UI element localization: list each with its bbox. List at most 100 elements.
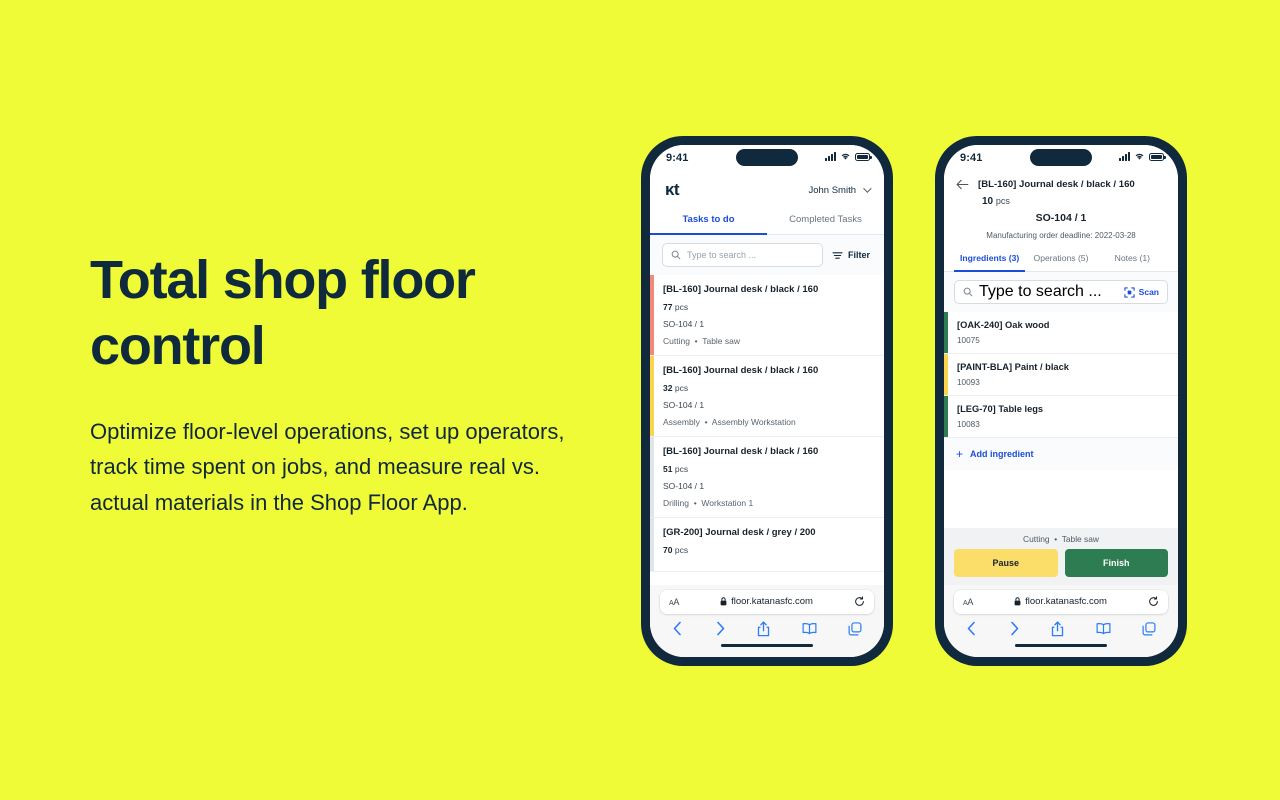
tab-completed-tasks[interactable]: Completed Tasks <box>767 207 884 235</box>
lock-icon <box>720 597 727 606</box>
task-quantity: 51 pcs <box>663 464 870 474</box>
book-icon[interactable] <box>802 622 817 635</box>
lock-icon <box>1014 597 1021 606</box>
task-status-bar <box>650 275 654 355</box>
scan-label: Scan <box>1138 287 1159 297</box>
tab-tasks-to-do[interactable]: Tasks to do <box>650 207 767 235</box>
reload-icon[interactable] <box>1148 596 1159 607</box>
share-icon[interactable] <box>757 620 770 637</box>
ingredient-code: 10093 <box>957 378 980 387</box>
task-order: SO-104 / 1 <box>663 481 705 491</box>
book-icon[interactable] <box>1096 622 1111 635</box>
filter-button[interactable]: Filter <box>832 250 872 260</box>
task-quantity: 32 pcs <box>663 383 870 393</box>
add-ingredient-button[interactable]: + Add ingredient <box>944 438 1178 470</box>
task-operation-name: Cutting <box>663 336 690 346</box>
task-row[interactable]: [BL-160] Journal desk / black / 160 77 p… <box>650 275 884 356</box>
search-row: Type to search ... Filter <box>650 235 884 275</box>
ingredient-search-placeholder: Type to search ... <box>979 283 1102 300</box>
pause-button[interactable]: Pause <box>954 548 1058 577</box>
task-status-bar <box>650 518 654 571</box>
marketing-copy: Total shop floor control Optimize floor-… <box>90 248 590 521</box>
forward-icon[interactable] <box>715 621 726 636</box>
back-icon[interactable] <box>966 621 977 636</box>
detail-quantity: 10 pcs <box>982 196 1166 207</box>
address-bar[interactable]: AA floor.katanasfc.com <box>954 589 1168 614</box>
url-text: floor.katanasfc.com <box>1025 596 1107 607</box>
task-status-bar <box>650 356 654 436</box>
back-icon[interactable] <box>672 621 683 636</box>
deadline-text: Manufacturing order deadline: 2022-03-28 <box>986 231 1136 240</box>
marketing-body: Optimize floor-level operations, set up … <box>90 418 565 515</box>
filter-icon <box>832 251 843 260</box>
phone-screen-right: 9:41 [BL-160] Journal desk / black / 160… <box>944 145 1178 657</box>
ingredient-title: [OAK-240] Oak wood <box>957 320 1050 330</box>
footer-workstation: Table saw <box>1061 533 1099 544</box>
task-row[interactable]: [GR-200] Journal desk / grey / 200 70 pc… <box>650 518 884 572</box>
share-icon[interactable] <box>1051 620 1064 637</box>
tab-notes[interactable]: Notes (1) <box>1097 247 1168 272</box>
phone-mockup-task-detail: 9:41 [BL-160] Journal desk / black / 160… <box>935 136 1187 666</box>
ingredient-row[interactable]: [LEG-70] Table legs 10083 <box>944 396 1178 438</box>
tabs-icon[interactable] <box>1142 621 1156 636</box>
url-text-container[interactable]: floor.katanasfc.com <box>973 596 1148 607</box>
task-title: [BL-160] Journal desk / black / 160 <box>663 446 819 457</box>
page-title: Total shop floor control <box>90 250 476 376</box>
wifi-icon <box>1134 152 1145 161</box>
dynamic-island <box>736 149 798 166</box>
ingredient-list[interactable]: [OAK-240] Oak wood 10075 [PAINT-BLA] Pai… <box>944 312 1178 438</box>
task-row[interactable]: [BL-160] Journal desk / black / 160 32 p… <box>650 356 884 437</box>
task-title: [BL-160] Journal desk / black / 160 <box>663 365 819 376</box>
safari-toolbar <box>954 614 1168 639</box>
task-operation-name: Drilling <box>663 498 689 508</box>
katana-logo: κt <box>665 180 680 199</box>
address-bar[interactable]: AAAA floor.katanasfc.com <box>660 589 874 614</box>
ingredient-status-bar <box>944 354 948 395</box>
task-order: SO-104 / 1 <box>663 319 705 329</box>
url-text: floor.katanasfc.com <box>731 596 813 607</box>
task-row[interactable]: [BL-160] Journal desk / black / 160 51 p… <box>650 437 884 518</box>
task-list[interactable]: [BL-160] Journal desk / black / 160 77 p… <box>650 275 884 585</box>
url-text-container[interactable]: floor.katanasfc.com <box>679 596 854 607</box>
reload-icon[interactable] <box>854 596 865 607</box>
ingredient-title: [PAINT-BLA] Paint / black <box>957 362 1069 372</box>
ingredient-row[interactable]: [OAK-240] Oak wood 10075 <box>944 312 1178 354</box>
tabs-icon[interactable] <box>848 621 862 636</box>
ingredient-title: [LEG-70] Table legs <box>957 404 1044 414</box>
home-indicator <box>721 643 813 647</box>
search-placeholder: Type to search ... <box>687 250 757 260</box>
status-time: 9:41 <box>666 152 689 164</box>
search-input[interactable]: Type to search ... <box>662 243 823 267</box>
plus-icon: + <box>956 447 964 461</box>
user-menu[interactable]: John Smith <box>808 184 872 196</box>
task-quantity: 70 pcs <box>663 545 870 555</box>
detail-qty-unit: pcs <box>995 196 1010 206</box>
scan-button[interactable]: Scan <box>1124 286 1159 298</box>
add-ingredient-label: Add ingredient <box>970 449 1034 459</box>
ingredient-row[interactable]: [PAINT-BLA] Paint / black 10093 <box>944 354 1178 396</box>
task-tabs: Tasks to do Completed Tasks <box>650 207 884 235</box>
phone-screen-left: 9:41 κt John Smith Tasks to do Completed… <box>650 145 884 657</box>
task-status-bar <box>650 437 654 517</box>
text-size-button[interactable]: AA <box>963 597 973 607</box>
ingredient-search-input[interactable]: Type to search ... Scan <box>954 280 1168 304</box>
current-operation-label: Cutting • Table saw <box>944 527 1178 549</box>
shop-floor-app-right: [BL-160] Journal desk / black / 160 10 p… <box>944 171 1178 585</box>
ingredient-status-bar <box>944 312 948 353</box>
detail-tabs: Ingredients (3) Operations (5) Notes (1) <box>944 247 1178 272</box>
tab-ingredients[interactable]: Ingredients (3) <box>954 247 1026 272</box>
forward-icon[interactable] <box>1009 621 1020 636</box>
finish-button[interactable]: Finish <box>1064 548 1168 577</box>
task-qty-unit: pcs <box>674 383 689 393</box>
shop-floor-app-left: κt John Smith Tasks to do Completed Task… <box>650 171 884 585</box>
task-title: [GR-200] Journal desk / grey / 200 <box>663 527 816 538</box>
sales-order-number: SO-104 / 1 <box>1035 212 1087 224</box>
arrow-left-icon[interactable] <box>956 179 969 190</box>
ingredient-status-bar <box>944 396 948 437</box>
safari-chrome-right: AA floor.katanasfc.com <box>944 584 1178 657</box>
task-quantity: 77 pcs <box>663 302 870 312</box>
tab-operations[interactable]: Operations (5) <box>1025 247 1096 272</box>
detail-header: [BL-160] Journal desk / black / 160 10 p… <box>944 171 1178 247</box>
task-qty-unit: pcs <box>674 464 689 474</box>
text-size-button[interactable]: AAAA <box>669 597 679 607</box>
